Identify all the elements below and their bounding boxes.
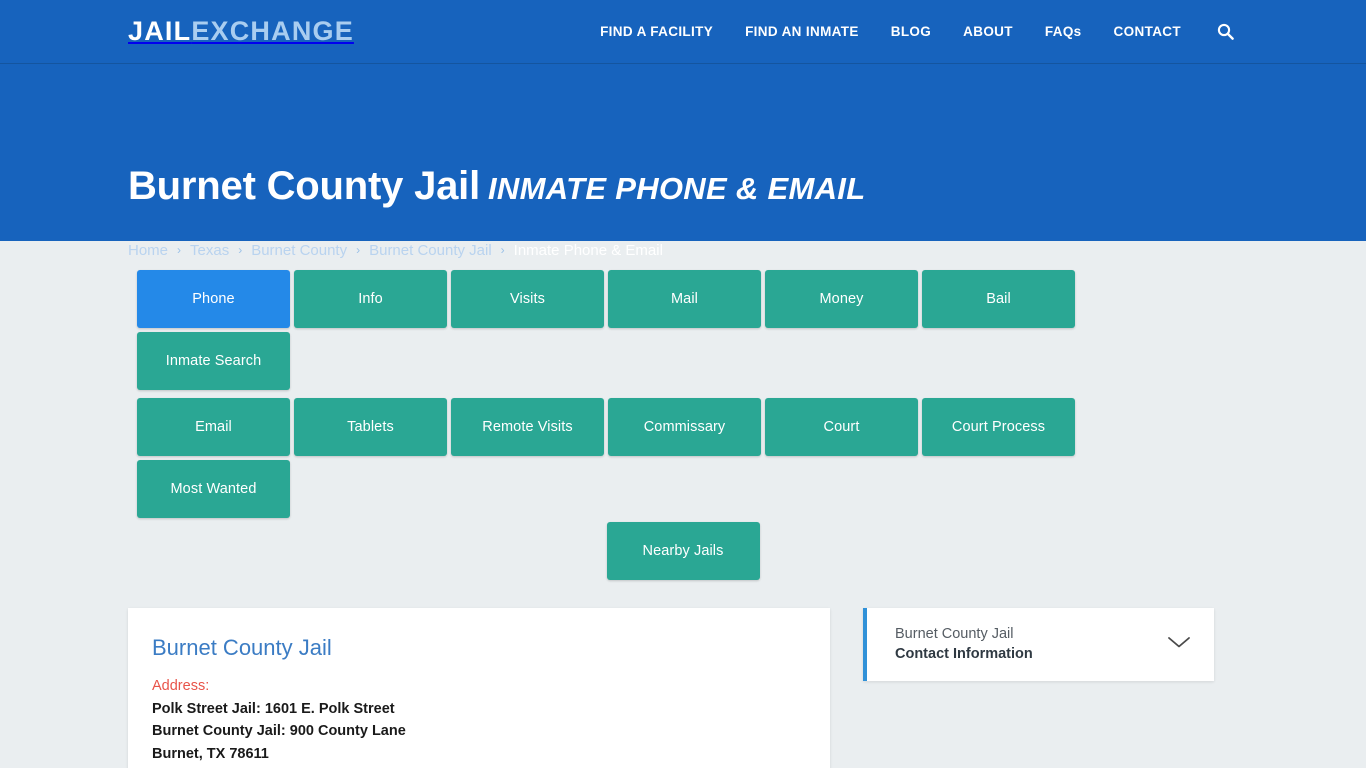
logo-text-primary: JAIL bbox=[128, 16, 192, 46]
tab-row-nearby: Nearby Jails bbox=[137, 522, 1229, 580]
tab-commissary[interactable]: Commissary bbox=[608, 398, 761, 456]
tab-info[interactable]: Info bbox=[294, 270, 447, 328]
accordion-label: Burnet County Jail Contact Information bbox=[895, 625, 1033, 664]
sidebar-column: Burnet County Jail Contact Information bbox=[863, 608, 1214, 681]
page-title: Burnet County Jail INMATE PHONE & EMAIL bbox=[128, 164, 865, 209]
address-line-3: Burnet, TX 78611 bbox=[152, 745, 269, 762]
contact-information-accordion[interactable]: Burnet County Jail Contact Information bbox=[863, 608, 1214, 681]
main-column: Burnet County Jail Address: Polk Street … bbox=[128, 608, 830, 768]
tab-money[interactable]: Money bbox=[765, 270, 918, 328]
nav-item-faqs[interactable]: FAQs bbox=[1029, 0, 1098, 64]
search-icon[interactable] bbox=[1197, 23, 1238, 40]
breadcrumb-separator-icon: › bbox=[177, 242, 182, 257]
nav-item-blog[interactable]: BLOG bbox=[875, 0, 947, 64]
page-title-sub: INMATE PHONE & EMAIL bbox=[488, 171, 866, 206]
main-nav: FIND A FACILITY FIND AN INMATE BLOG ABOU… bbox=[584, 0, 1238, 64]
breadcrumb: Home › Texas › Burnet County › Burnet Co… bbox=[128, 242, 663, 259]
breadcrumb-item-home[interactable]: Home bbox=[128, 242, 168, 259]
nav-item-contact[interactable]: CONTACT bbox=[1098, 0, 1197, 64]
page-root: JAILEXCHANGE FIND A FACILITY FIND AN INM… bbox=[0, 0, 1366, 768]
tab-nearby-jails[interactable]: Nearby Jails bbox=[606, 522, 760, 580]
tab-court[interactable]: Court bbox=[765, 398, 918, 456]
tab-visits[interactable]: Visits bbox=[451, 270, 604, 328]
tab-email[interactable]: Email bbox=[137, 398, 290, 456]
nav-item-about[interactable]: ABOUT bbox=[947, 0, 1029, 64]
tab-mail[interactable]: Mail bbox=[608, 270, 761, 328]
tab-tablets[interactable]: Tablets bbox=[294, 398, 447, 456]
facility-info-card: Burnet County Jail Address: Polk Street … bbox=[128, 608, 830, 768]
breadcrumb-item-burnet-county-jail[interactable]: Burnet County Jail bbox=[369, 242, 492, 259]
nav-item-find-a-facility[interactable]: FIND A FACILITY bbox=[584, 0, 729, 64]
chevron-down-icon[interactable] bbox=[1166, 634, 1192, 655]
tab-remote-visits[interactable]: Remote Visits bbox=[451, 398, 604, 456]
tab-most-wanted[interactable]: Most Wanted bbox=[137, 460, 290, 518]
facility-name: Burnet County Jail bbox=[152, 635, 332, 660]
content-area: Burnet County Jail Address: Polk Street … bbox=[128, 580, 1238, 768]
tab-phone[interactable]: Phone bbox=[137, 270, 290, 328]
top-navigation-bar: JAILEXCHANGE FIND A FACILITY FIND AN INM… bbox=[0, 0, 1366, 64]
tab-inmate-search[interactable]: Inmate Search bbox=[137, 332, 290, 390]
hero-banner: JAILEXCHANGE FIND A FACILITY FIND AN INM… bbox=[0, 0, 1366, 259]
address-line-2: Burnet County Jail: 900 County Lane bbox=[152, 723, 406, 740]
tab-court-process[interactable]: Court Process bbox=[922, 398, 1075, 456]
breadcrumb-separator-icon: › bbox=[356, 242, 361, 257]
breadcrumb-item-current: Inmate Phone & Email bbox=[513, 242, 663, 259]
accordion-line-1: Burnet County Jail bbox=[895, 625, 1014, 642]
breadcrumb-separator-icon: › bbox=[238, 242, 243, 257]
site-logo[interactable]: JAILEXCHANGE bbox=[128, 18, 354, 45]
page-title-main: Burnet County Jail bbox=[128, 164, 480, 208]
breadcrumb-item-texas[interactable]: Texas bbox=[190, 242, 229, 259]
facility-section-tabs: Phone Info Visits Mail Money Bail Inmate… bbox=[137, 241, 1229, 580]
tab-bail[interactable]: Bail bbox=[922, 270, 1075, 328]
address-label: Address: bbox=[152, 678, 210, 695]
breadcrumb-item-burnet-county[interactable]: Burnet County bbox=[251, 242, 347, 259]
nav-item-find-an-inmate[interactable]: FIND AN INMATE bbox=[729, 0, 875, 64]
breadcrumb-separator-icon: › bbox=[500, 242, 505, 257]
address-line-1: Polk Street Jail: 1601 E. Polk Street bbox=[152, 700, 395, 717]
logo-text-secondary: EXCHANGE bbox=[191, 16, 354, 46]
accordion-line-2: Contact Information bbox=[895, 645, 1033, 662]
